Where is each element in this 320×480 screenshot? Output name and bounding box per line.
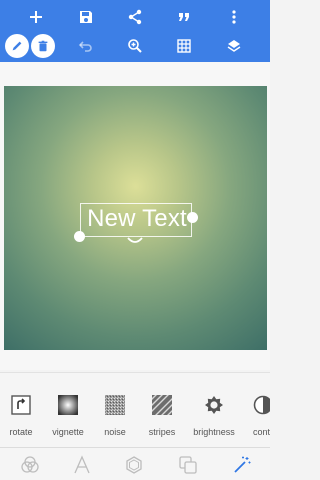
share-icon[interactable]: [118, 3, 152, 31]
shape-icon[interactable]: [122, 454, 146, 476]
effect-brightness[interactable]: brightness: [187, 373, 241, 447]
scale-handle[interactable]: [74, 231, 85, 242]
color-circles-icon[interactable]: [18, 454, 42, 476]
quote-icon[interactable]: [167, 3, 201, 31]
effect-vignette[interactable]: vignette: [41, 373, 95, 447]
canvas-area: New Text: [0, 62, 270, 370]
text-icon[interactable]: [70, 454, 94, 476]
add-icon[interactable]: [19, 3, 53, 31]
effect-label: contr: [252, 427, 270, 437]
effect-contrast[interactable]: contr: [236, 373, 270, 447]
effect-stripes[interactable]: stripes: [135, 373, 189, 447]
bottom-nav: [0, 448, 270, 480]
noise-icon: [105, 395, 125, 415]
effect-label: brightness: [193, 427, 235, 437]
app-root: New Text rotate vignette noise stripes b…: [0, 0, 270, 480]
undo-icon[interactable]: [69, 32, 103, 60]
effect-label: vignette: [52, 427, 84, 437]
top-toolbar: [0, 0, 270, 62]
overlay-icon[interactable]: [176, 454, 200, 476]
rotate-hint-icon: [127, 237, 143, 243]
grid-icon[interactable]: [167, 32, 201, 60]
more-vert-icon[interactable]: [217, 3, 251, 31]
layers-icon[interactable]: [217, 32, 251, 60]
zoom-in-icon[interactable]: [118, 32, 152, 60]
vignette-icon: [58, 395, 78, 415]
delete-icon[interactable]: [31, 34, 55, 58]
text-layer-box[interactable]: New Text: [80, 203, 192, 237]
magic-wand-icon[interactable]: [230, 454, 254, 476]
text-layer[interactable]: New Text: [83, 205, 191, 233]
brightness-icon: [205, 396, 223, 414]
rotate-icon: [11, 395, 31, 415]
rotate-handle[interactable]: [187, 212, 198, 223]
contrast-icon: [253, 395, 270, 415]
effect-noise[interactable]: noise: [88, 373, 142, 447]
effect-label: noise: [104, 427, 126, 437]
effects-strip: rotate vignette noise stripes brightness…: [0, 372, 270, 448]
effect-label: stripes: [148, 427, 176, 437]
image-canvas[interactable]: New Text: [4, 86, 267, 350]
pencil-icon[interactable]: [5, 34, 29, 58]
stripes-icon: [152, 395, 172, 415]
save-icon[interactable]: [69, 3, 103, 31]
